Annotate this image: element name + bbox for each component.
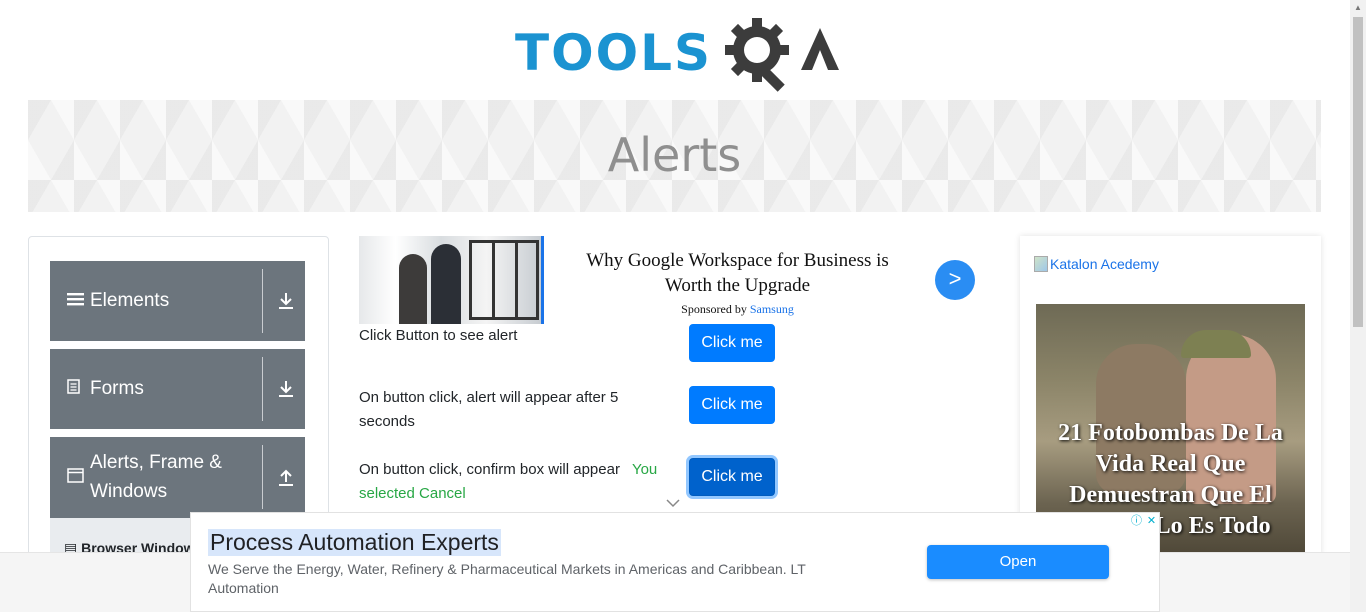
timer-alert-row-label: On button click, alert will appear after… — [359, 389, 619, 430]
chevron-down-icon[interactable] — [666, 498, 680, 508]
group-divider — [262, 269, 263, 333]
logo-gear-icon — [725, 18, 839, 92]
timer-alert-button[interactable]: Click me — [689, 386, 775, 424]
ad-image-link[interactable]: Katalon Acedemy — [1034, 256, 1159, 272]
toolsqa-logo[interactable]: TOOLS — [515, 14, 845, 94]
ad-image-person — [399, 254, 427, 324]
group-label: Alerts, Frame & Windows — [90, 452, 222, 502]
logo-text: TOOLS — [515, 24, 712, 82]
ad-sponsor-link[interactable]: Samsung — [750, 302, 794, 316]
upload-arrow-icon[interactable] — [276, 467, 296, 487]
group-header: Alerts, Frame & Windows — [67, 437, 240, 517]
download-arrow-icon[interactable] — [276, 291, 296, 311]
group-header: Elements — [67, 261, 169, 341]
right-ad[interactable]: Katalon Acedemy 21 Fotobombas De La Vida… — [1020, 236, 1321, 556]
scroll-up-arrow-icon[interactable]: ▲ — [1350, 0, 1366, 16]
group-label: Forms — [90, 378, 144, 399]
sidebar-group-elements[interactable]: Elements — [50, 261, 305, 341]
confirm-button[interactable]: Click me — [689, 458, 775, 496]
document-icon — [67, 378, 84, 400]
ad-sponsored-prefix: Sponsored by — [681, 302, 747, 316]
alert-row-label: Click Button to see alert — [359, 327, 518, 344]
confirm-row-text: On button click, confirm box will appear — [359, 461, 620, 478]
adchoices-info-icon[interactable]: ⓘ — [1129, 513, 1144, 529]
page-banner: Alerts — [28, 100, 1321, 212]
adchoices[interactable]: ⓘ ✕ — [1129, 513, 1159, 529]
ad-next-button[interactable]: > — [935, 260, 975, 300]
group-header: Forms — [67, 349, 144, 429]
alert-button[interactable]: Click me — [689, 324, 775, 362]
confirm-row-label: On button click, confirm box will appear… — [359, 458, 659, 506]
hamburger-icon — [67, 290, 84, 312]
ad-sponsor-line: Sponsored by Samsung — [570, 302, 905, 317]
bottom-ad-open-button[interactable]: Open — [927, 545, 1109, 579]
ad-image-window — [469, 240, 539, 320]
ad-image[interactable] — [359, 236, 544, 324]
ad-headline[interactable]: Why Google Workspace for Business is Wor… — [570, 248, 905, 298]
window-icon — [67, 463, 84, 492]
sidebar-group-forms[interactable]: Forms — [50, 349, 305, 429]
download-arrow-icon[interactable] — [276, 379, 296, 399]
bottom-ad[interactable]: Process Automation Experts We Serve the … — [190, 512, 1160, 612]
vertical-scrollbar[interactable]: ▲ — [1350, 0, 1366, 612]
scrollbar-thumb[interactable] — [1353, 17, 1363, 327]
group-divider — [262, 445, 263, 509]
group-divider — [262, 357, 263, 421]
bottom-ad-title[interactable]: Process Automation Experts — [208, 529, 501, 556]
group-label: Elements — [90, 290, 170, 311]
broken-image-icon — [1034, 256, 1048, 272]
adchoices-close-icon[interactable]: ✕ — [1144, 513, 1159, 529]
bottom-ad-description: We Serve the Energy, Water, Refinery & P… — [208, 561, 806, 596]
ad-image-person — [431, 244, 461, 324]
page-title: Alerts — [607, 128, 742, 182]
ad-link-text: Katalon Acedemy — [1050, 256, 1159, 272]
ad-photo-hat — [1181, 330, 1251, 358]
